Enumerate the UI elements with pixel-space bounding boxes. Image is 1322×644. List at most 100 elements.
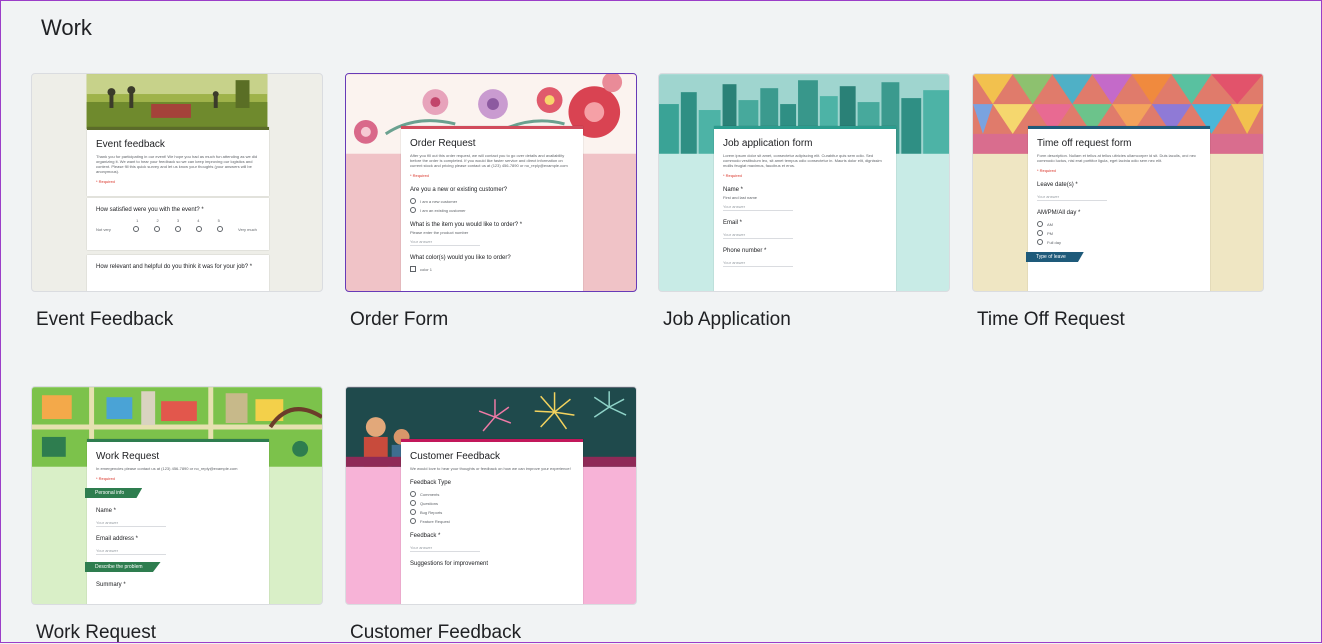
option-row: color 1 [401, 263, 583, 272]
template-thumbnail[interactable]: Order Request After you fill out this or… [345, 73, 637, 292]
radio-icon [410, 198, 416, 204]
form-preview: Customer Feedback We would love to hear … [401, 439, 583, 604]
radio-icon [410, 491, 416, 497]
question-block: How relevant and helpful do you think it… [87, 255, 269, 291]
template-name: Time Off Request [977, 309, 1125, 330]
answer-placeholder: Your answer [1037, 194, 1107, 201]
question-text: AM/PM/All day * [1037, 210, 1081, 216]
scale-high-label: Very much [238, 226, 257, 232]
template-card-job-application[interactable]: Job application form Lorem ipsum dolor s… [658, 73, 950, 330]
answer-placeholder: Your answer [723, 260, 793, 267]
template-name: Order Form [350, 309, 449, 330]
option-label: Full day [1047, 239, 1062, 245]
radio-icon [217, 226, 223, 232]
question-text: How satisfied were you with the event? * [96, 207, 204, 213]
template-thumbnail[interactable]: Event feedback Thank you for participati… [31, 73, 323, 292]
option-row: PM [1028, 227, 1210, 236]
form-title: Time off request form [1037, 138, 1132, 149]
scale-number: 3 [176, 218, 180, 223]
radio-icon [410, 518, 416, 524]
option-label: AM [1047, 221, 1053, 227]
required-note: * Required [723, 173, 742, 178]
section-header-tag: Type of leave [1026, 252, 1084, 262]
template-card-event-feedback[interactable]: Event feedback Thank you for participati… [31, 73, 323, 330]
answer-placeholder: Your answer [410, 545, 480, 552]
radio-icon [154, 226, 160, 232]
form-description: We would love to hear your thoughts or f… [410, 466, 571, 471]
form-preview: Order Request After you fill out this or… [401, 126, 583, 291]
radio-icon [1037, 239, 1043, 245]
template-card-work-request[interactable]: Work Request In emergencies please conta… [31, 386, 323, 643]
required-note: * Required [96, 179, 115, 184]
scale-number: 1 [136, 218, 139, 223]
scale-number: 4 [197, 218, 200, 223]
template-card-order-form[interactable]: Order Request After you fill out this or… [345, 73, 637, 330]
question-text: What is the item you would like to order… [410, 222, 523, 228]
form-preview: Job application form Lorem ipsum dolor s… [714, 126, 896, 291]
scale-numbers: 1 2 3 4 5 [87, 215, 269, 223]
form-description: Thank you for participating in our event… [96, 154, 258, 174]
required-note: * Required [96, 476, 115, 481]
radio-icon [196, 226, 202, 232]
form-preview: Time off request form Form description. … [1026, 126, 1210, 291]
answer-placeholder: Your answer [96, 548, 166, 555]
template-thumbnail[interactable]: Time off request form Form description. … [972, 73, 1264, 292]
template-thumbnail[interactable]: Job application form Lorem ipsum dolor s… [658, 73, 950, 292]
form-title: Customer Feedback [410, 451, 501, 462]
option-row: AM [1028, 218, 1210, 227]
question-text: Feedback * [410, 533, 441, 539]
required-note: * Required [410, 173, 429, 178]
question-text: How relevant and helpful do you think it… [96, 264, 253, 270]
option-label: I am a new customer [420, 198, 458, 204]
question-subtext: First and last name [723, 195, 758, 200]
checkbox-icon [410, 266, 416, 272]
section-title: Work [41, 15, 92, 40]
picnic-banner-image [86, 74, 268, 129]
scale-number: 2 [156, 218, 159, 223]
section-header-tag: Describe the problem [85, 562, 161, 572]
form-description: Form description. Nullam et tellus at te… [1037, 153, 1196, 163]
question-subtext: Please enter the product number [410, 230, 469, 235]
question-text: Leave date(s) * [1037, 182, 1078, 188]
radio-icon [410, 509, 416, 515]
template-card-time-off-request[interactable]: Time off request form Form description. … [972, 73, 1264, 330]
question-block: How satisfied were you with the event? *… [87, 198, 269, 250]
scale-radios: Not very Very much [87, 223, 269, 232]
template-name: Job Application [663, 309, 791, 330]
question-text: Name * [96, 508, 117, 514]
section-header-tag: Personal info [85, 488, 143, 498]
form-description: Lorem ipsum dolor sit amet, consectetur … [723, 153, 882, 168]
option-label: Feature Request [420, 518, 450, 524]
option-row: Bug Reports [401, 506, 583, 515]
question-text: Feedback Type [410, 480, 451, 486]
question-text: Email * [723, 220, 743, 226]
template-name: Event Feedback [36, 309, 174, 330]
form-title: Event feedback [96, 139, 165, 150]
scale-number: 5 [217, 218, 220, 223]
option-label: PM [1047, 230, 1053, 236]
radio-icon [1037, 230, 1043, 236]
template-thumbnail[interactable]: Customer Feedback We would love to hear … [345, 386, 637, 605]
template-card-customer-feedback[interactable]: Customer Feedback We would love to hear … [345, 386, 637, 643]
template-thumbnail[interactable]: Work Request In emergencies please conta… [31, 386, 323, 605]
answer-placeholder: Your answer [96, 520, 166, 527]
template-name: Customer Feedback [350, 622, 522, 643]
template-name: Work Request [36, 622, 157, 643]
answer-placeholder: Your answer [723, 204, 793, 211]
question-text: Email address * [96, 536, 139, 542]
option-row: Comments [401, 488, 583, 497]
form-title: Order Request [410, 138, 476, 149]
answer-placeholder: Your answer [723, 232, 793, 239]
option-row: Questions [401, 497, 583, 506]
form-title: Work Request [96, 451, 160, 462]
form-preview: Work Request In emergencies please conta… [85, 439, 269, 604]
form-title: Job application form [723, 138, 813, 149]
question-text: What color(s) would you like to order? [410, 255, 511, 261]
radio-icon [1037, 221, 1043, 227]
answer-placeholder: Your answer [410, 239, 480, 246]
option-row: I am a new customer [401, 195, 583, 204]
form-description: After you fill out this order request, w… [410, 153, 568, 168]
option-label: Bug Reports [420, 509, 443, 515]
option-row: Feature Request [401, 515, 583, 524]
radio-icon [175, 226, 181, 232]
